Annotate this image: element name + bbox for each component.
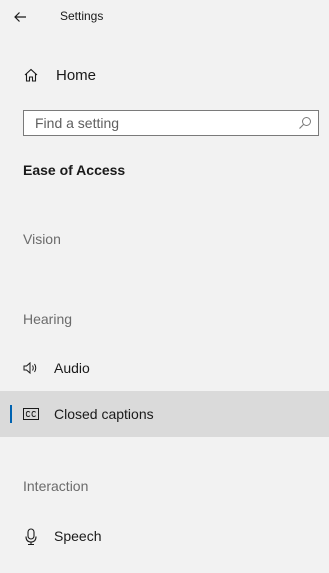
group-label-interaction: Interaction xyxy=(23,478,89,494)
microphone-icon xyxy=(22,527,40,545)
page-title: Ease of Access xyxy=(23,162,126,178)
group-label-vision: Vision xyxy=(23,231,61,247)
search-box[interactable] xyxy=(23,110,319,136)
home-icon xyxy=(22,66,40,84)
speaker-icon xyxy=(22,359,40,377)
home-nav-item[interactable]: Home xyxy=(0,58,329,92)
back-button[interactable] xyxy=(6,3,34,31)
nav-item-label: Audio xyxy=(54,360,90,376)
search-input[interactable] xyxy=(24,111,295,135)
nav-item-audio[interactable]: Audio xyxy=(0,345,329,391)
selection-indicator xyxy=(10,405,12,423)
nav-item-speech[interactable]: Speech xyxy=(0,513,329,559)
nav-item-closed-captions[interactable]: Closed captions xyxy=(0,391,329,437)
nav-item-label: Speech xyxy=(54,528,102,544)
nav-item-label: Closed captions xyxy=(54,406,154,422)
closed-captions-icon xyxy=(22,405,40,423)
home-label: Home xyxy=(56,66,97,84)
window-title: Settings xyxy=(60,9,104,23)
title-bar: Settings xyxy=(0,0,329,36)
group-label-hearing: Hearing xyxy=(23,311,73,327)
search-icon[interactable] xyxy=(298,116,312,130)
back-arrow-icon xyxy=(14,12,26,22)
